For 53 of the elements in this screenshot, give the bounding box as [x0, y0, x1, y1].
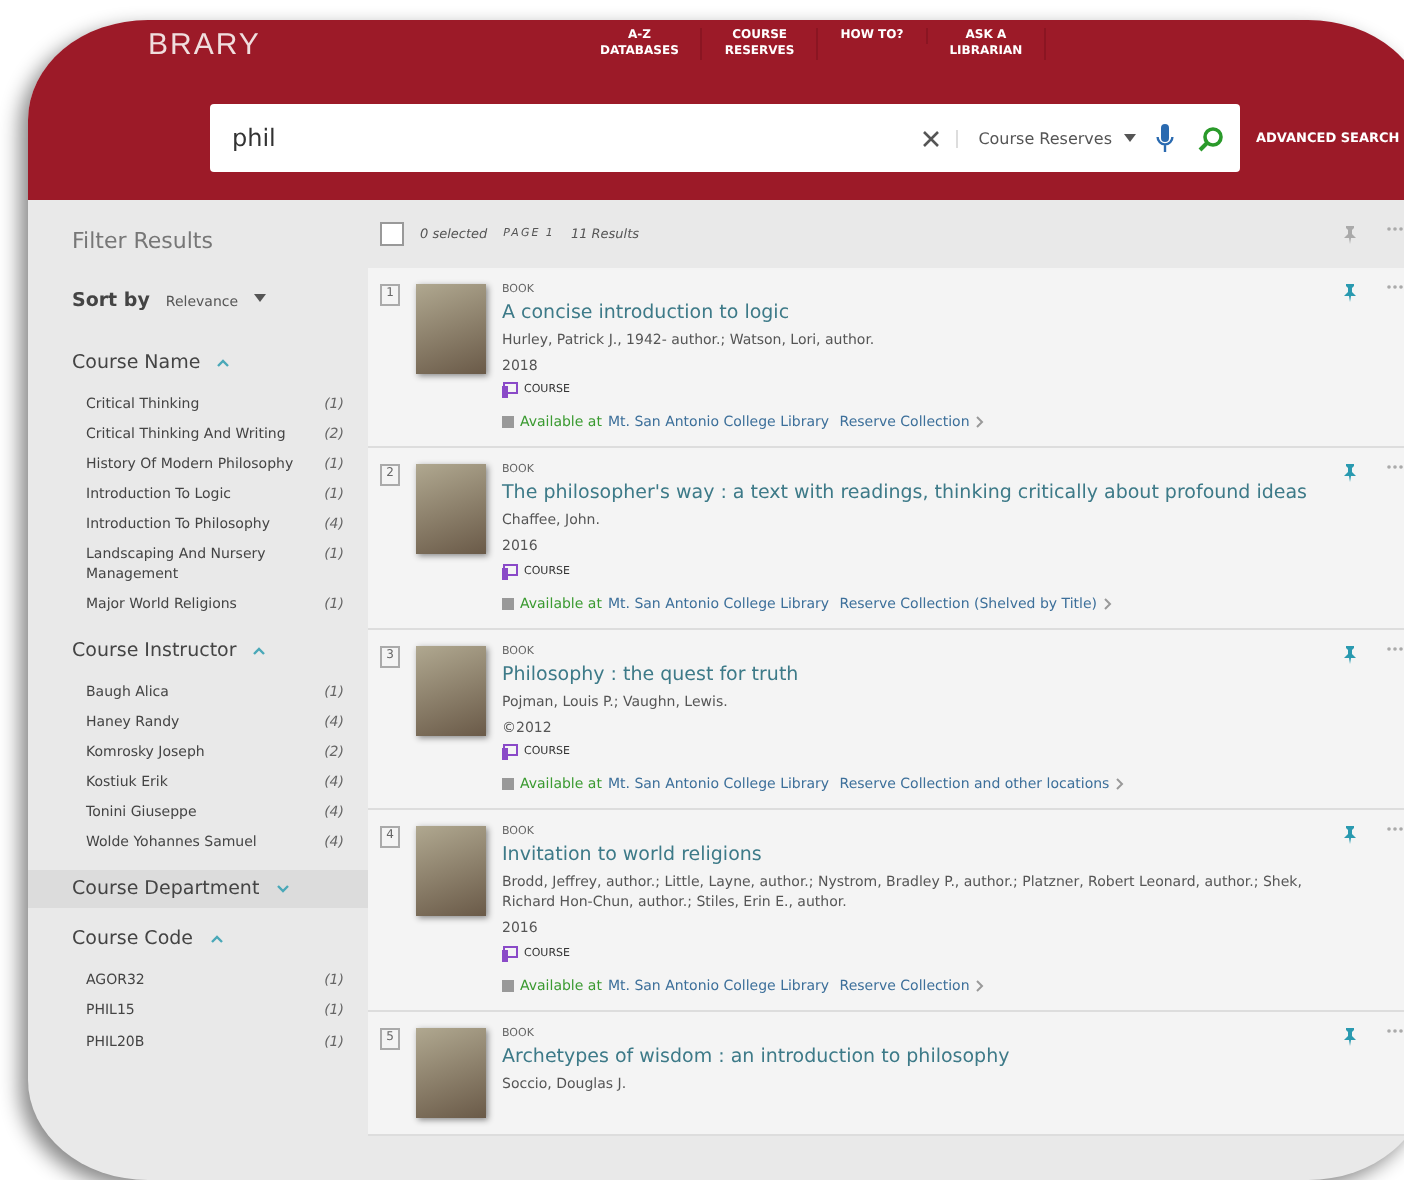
filter-group-header[interactable]: Course Instructor — [28, 631, 368, 670]
course-icon — [502, 563, 518, 580]
course-icon — [502, 744, 518, 761]
pin-icon[interactable] — [1342, 1027, 1358, 1046]
chevron-right-icon — [1103, 597, 1112, 610]
search-field[interactable]: phil Course Reserves — [210, 104, 1240, 172]
book-cover — [416, 284, 486, 374]
library-logo[interactable]: BRARY — [148, 28, 578, 62]
pin-icon[interactable] — [1342, 225, 1358, 243]
more-icon[interactable] — [1386, 284, 1404, 290]
search-icon[interactable] — [1198, 125, 1224, 151]
more-icon[interactable] — [1386, 225, 1404, 231]
pin-icon[interactable] — [1342, 284, 1358, 302]
caret-icon — [1124, 134, 1136, 142]
result-title[interactable]: Invitation to world religions — [502, 844, 1326, 869]
more-icon[interactable] — [1386, 464, 1404, 471]
result-title[interactable]: Philosophy : the quest for truth — [502, 663, 1326, 688]
caret-icon — [254, 293, 267, 301]
more-icon[interactable] — [1386, 645, 1404, 652]
chevron-right-icon — [975, 416, 984, 429]
building-icon — [502, 416, 514, 429]
building-icon — [502, 597, 514, 610]
chevron-right-icon — [1115, 778, 1124, 791]
close-icon[interactable] — [922, 129, 941, 147]
chevron-up-icon — [252, 645, 267, 656]
book-cover — [416, 464, 486, 555]
pin-icon[interactable] — [1342, 645, 1358, 664]
chevron-up-icon — [216, 358, 231, 368]
microphone-icon[interactable] — [1156, 123, 1174, 153]
building-icon — [502, 778, 514, 791]
more-icon[interactable] — [1386, 826, 1404, 833]
filter-group-header[interactable]: Course Name — [28, 344, 368, 382]
course-icon — [502, 382, 518, 399]
chevron-up-icon — [209, 934, 224, 945]
course-icon — [502, 945, 518, 962]
result-title[interactable]: Archetypes of wisdom : an introduction to philosophy — [502, 1045, 1326, 1070]
scope-dropdown[interactable]: Course Reserves — [956, 129, 1156, 147]
sort-label: Sort by — [72, 290, 150, 312]
filter-heading: Filter Results — [70, 228, 215, 254]
result-title[interactable]: The philosopher's way : a text with readings, thinking critically about profound ideas — [502, 482, 1326, 507]
book-cover — [416, 826, 486, 917]
filter-group-header[interactable]: Course Code — [28, 920, 368, 959]
book-cover — [416, 645, 486, 736]
result-title[interactable]: A concise introduction to logic — [502, 302, 1326, 326]
more-icon[interactable] — [1386, 1027, 1404, 1034]
pin-icon[interactable] — [1342, 826, 1358, 845]
pin-icon[interactable] — [1342, 464, 1358, 483]
chevron-down-icon — [275, 884, 290, 895]
select-all-checkbox[interactable] — [380, 222, 404, 246]
chevron-right-icon — [975, 979, 984, 992]
filter-group-header[interactable]: Course Department — [28, 870, 368, 909]
building-icon — [502, 979, 514, 992]
book-cover — [416, 1027, 486, 1118]
